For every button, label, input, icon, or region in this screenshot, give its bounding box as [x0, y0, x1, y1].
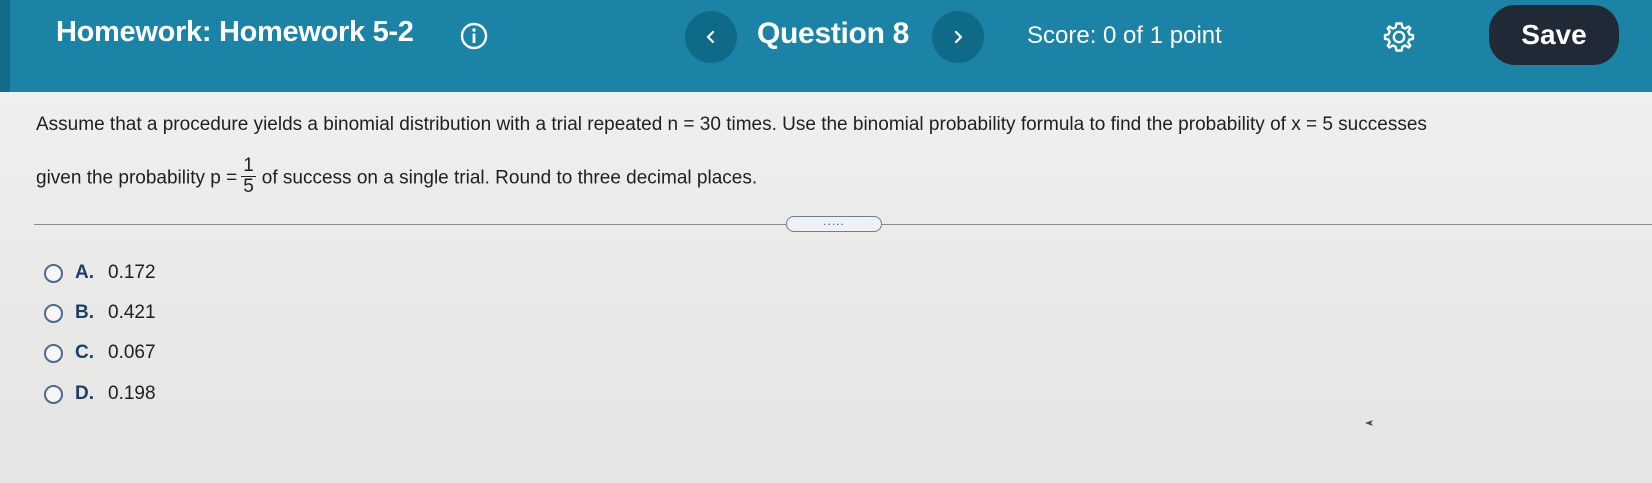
radio-button[interactable] [44, 263, 63, 283]
save-button[interactable]: Save [1489, 5, 1619, 65]
question-line-2: given the probability p = 1 5 of success on… [36, 156, 758, 199]
chevron-left-icon [706, 30, 715, 44]
expand-button[interactable]: ..... [786, 214, 882, 232]
score-text: Score: 0 of 1 point [1027, 22, 1222, 49]
option-a[interactable]: A. 0.172 [44, 260, 156, 286]
gear-icon[interactable] [1382, 20, 1416, 54]
option-b[interactable]: B. 0.421 [44, 300, 156, 326]
radio-button[interactable] [44, 384, 63, 404]
question-line-2-start: given the probability p = [36, 167, 238, 189]
option-value: 0.421 [108, 302, 156, 323]
question-title: Question 8 [757, 17, 910, 50]
option-c[interactable]: C. 0.067 [44, 340, 156, 366]
option-letter: C. [75, 342, 94, 363]
header-edge [0, 0, 10, 92]
top-bar: Homework: Homework 5-2 Question 8 Score:… [0, 0, 1652, 92]
option-d[interactable]: D. 0.198 [44, 381, 156, 407]
question-line-1: Assume that a procedure yields a binomia… [36, 114, 1427, 135]
radio-button[interactable] [44, 303, 63, 323]
next-question-button[interactable] [932, 11, 984, 63]
option-letter: A. [75, 262, 94, 283]
fraction-denominator: 5 [243, 176, 254, 197]
expand-dots: ..... [823, 214, 845, 228]
homework-title: Homework: Homework 5-2 [56, 16, 414, 48]
fraction-numerator: 1 [241, 155, 256, 177]
question-panel: Assume that a procedure yields a binomia… [0, 92, 1652, 483]
option-value: 0.067 [108, 342, 156, 363]
radio-button[interactable] [44, 343, 63, 363]
probability-fraction: 15 [241, 156, 256, 197]
mouse-cursor-icon [1365, 420, 1373, 426]
info-circle-icon[interactable] [460, 22, 488, 50]
option-value: 0.198 [108, 383, 156, 404]
option-value: 0.172 [108, 262, 156, 283]
option-letter: B. [75, 302, 94, 323]
question-line-2-end: of success on a single trial. Round to t… [261, 167, 758, 189]
chevron-right-icon [954, 30, 963, 44]
option-letter: D. [75, 383, 94, 404]
previous-question-button[interactable] [685, 11, 737, 63]
